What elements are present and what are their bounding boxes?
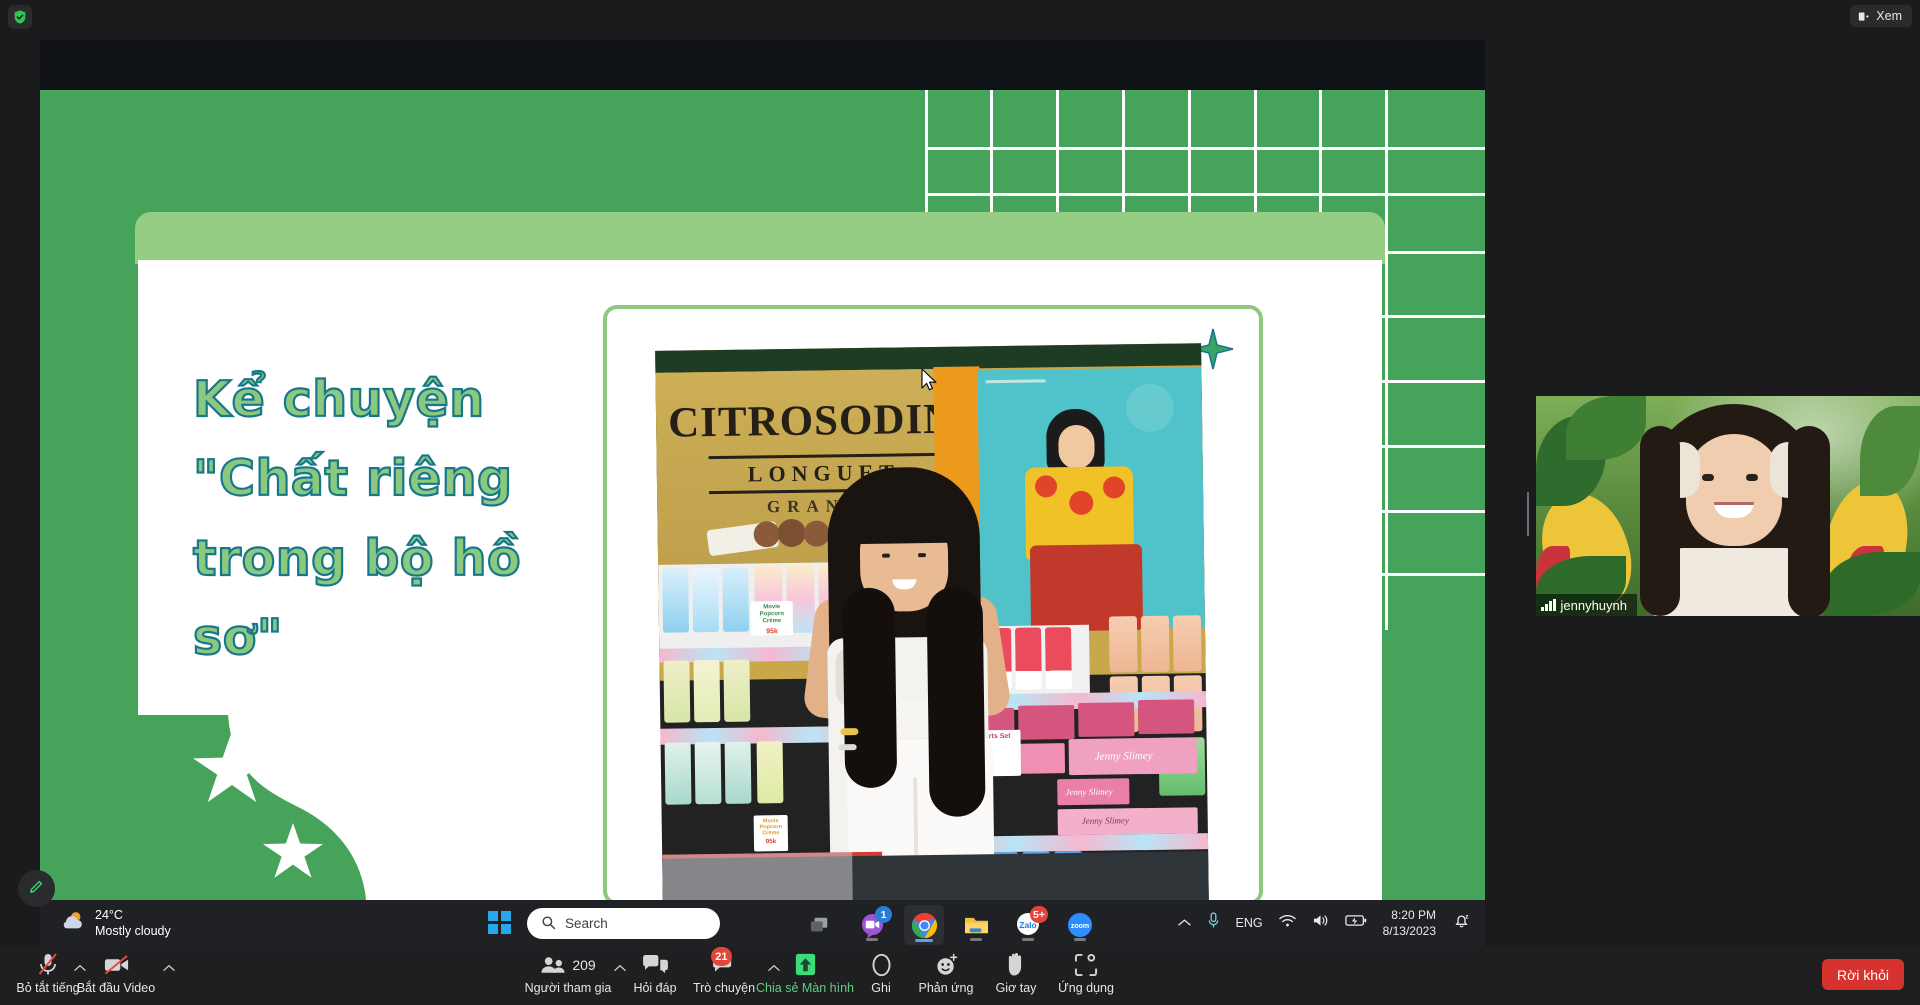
weather-widget[interactable]: 24°C Mostly cloudy <box>60 907 171 940</box>
participant-video-tile[interactable]: jennyhuynh <box>1536 396 1920 616</box>
speaker-icon[interactable] <box>1312 913 1329 933</box>
battery-charging-icon[interactable] <box>1345 914 1367 932</box>
pencil-icon <box>28 878 45 900</box>
svg-text:zoom: zoom <box>1071 923 1089 930</box>
wifi-icon[interactable] <box>1279 914 1296 933</box>
zoom-meeting-toolbar: Bỏ tắt tiếng Bắt đầu Video 209 Người tha… <box>0 946 1920 1005</box>
photo-price-card-movie: Movie Popcorn Créme 95k <box>754 815 788 851</box>
share-screen-up-arrow-icon <box>793 951 818 978</box>
slide-blob-decoration <box>138 715 368 900</box>
taskbar-app-icons: 1 Zalo 5+ <box>800 904 1100 946</box>
messenger-icon[interactable]: 1 <box>852 905 892 945</box>
participants-button[interactable]: 209 Người tham gia <box>520 951 616 995</box>
chevron-up-icon[interactable] <box>1178 914 1191 932</box>
apps-button[interactable]: Ứng dụng <box>1038 951 1134 995</box>
zalo-icon[interactable]: Zalo 5+ <box>1008 905 1048 945</box>
participant-face <box>1686 434 1782 546</box>
notification-bell-dnd-icon[interactable]: z <box>1452 911 1471 935</box>
start-video-label: Bắt đầu Video <box>77 981 155 995</box>
clock-time: 8:20 PM <box>1383 907 1436 923</box>
photo-price-card-popcorn: Movie Popcorn Créme 95k <box>751 601 793 636</box>
zoom-top-bar: Xem <box>0 0 1920 32</box>
shield-check-icon[interactable] <box>8 5 32 29</box>
presentation-slide: Kể chuyện "Chất riêng trong bộ hồ sơ" CI… <box>40 90 1485 900</box>
slide-photo: CITROSODINE LONGUET GRANUL <box>655 343 1209 900</box>
raise-hand-label: Giơ tay <box>996 981 1037 995</box>
reactions-label: Phản ứng <box>919 981 974 995</box>
camera-off-icon <box>103 951 130 978</box>
chat-bubble-icon: 21 <box>711 951 738 978</box>
language-indicator[interactable]: ENG <box>1236 916 1263 930</box>
leave-meeting-button[interactable]: Rời khỏi <box>1822 959 1904 990</box>
slide-title: Kể chuyện "Chất riêng trong bộ hồ sơ" <box>193 360 613 678</box>
view-layout-icon <box>1858 10 1871 23</box>
task-view-icon[interactable] <box>800 905 840 945</box>
participants-count: 209 <box>572 957 595 973</box>
search-placeholder: Search <box>565 916 608 931</box>
windows-start-icon[interactable] <box>488 911 512 935</box>
record-label: Ghi <box>871 981 890 995</box>
apps-label: Ứng dụng <box>1058 981 1114 995</box>
drag-handle-icon[interactable] <box>1527 492 1535 514</box>
system-tray: ENG 8:20 PM 8/13/2023 z <box>1178 900 1471 946</box>
screen-root: Xem <box>0 0 1920 1005</box>
zalo-badge: 5+ <box>1030 906 1048 923</box>
annotate-pen-button[interactable] <box>18 870 55 907</box>
view-label: Xem <box>1876 9 1902 23</box>
clock-date: 8/13/2023 <box>1383 923 1436 939</box>
raised-hand-icon <box>1006 951 1027 978</box>
video-options-chevron-icon[interactable] <box>163 963 175 975</box>
partly-cloudy-icon <box>60 910 86 937</box>
messenger-badge: 1 <box>875 906 892 923</box>
weather-description: Mostly cloudy <box>95 923 171 939</box>
photo-sign-line1: CITROSODINE <box>668 395 965 448</box>
qa-label: Hỏi đáp <box>633 981 676 995</box>
participant-name-badge: jennyhuynh <box>1536 594 1637 616</box>
mouse-pointer-icon <box>921 368 938 397</box>
participant-name: jennyhuynh <box>1561 598 1628 613</box>
file-explorer-icon[interactable] <box>956 905 996 945</box>
signal-bars-icon <box>1541 599 1556 611</box>
weather-temperature: 24°C <box>95 907 171 923</box>
zoom-app-icon[interactable]: zoom <box>1060 905 1100 945</box>
windows-taskbar: 24°C Mostly cloudy Search 1 <box>40 900 1485 946</box>
chat-badge: 21 <box>711 947 731 966</box>
shared-window-chrome <box>40 40 1485 90</box>
microphone-icon[interactable] <box>1207 912 1220 934</box>
record-circle-icon <box>870 951 893 978</box>
clock[interactable]: 8:20 PM 8/13/2023 <box>1383 907 1436 939</box>
shared-screen-area[interactable]: Kể chuyện "Chất riêng trong bộ hồ sơ" CI… <box>40 40 1485 900</box>
svg-text:z: z <box>1465 914 1469 921</box>
view-button[interactable]: Xem <box>1850 5 1912 27</box>
chat-label: Trò chuyện <box>693 981 755 995</box>
start-video-button[interactable]: Bắt đầu Video <box>68 951 164 995</box>
slide-card-body: Kể chuyện "Chất riêng trong bộ hồ sơ" CI… <box>138 260 1382 900</box>
chrome-icon[interactable] <box>904 905 944 945</box>
microphone-muted-icon <box>36 951 60 978</box>
apps-grid-icon <box>1074 951 1098 978</box>
people-icon: 209 <box>540 951 595 978</box>
chat-bubbles-icon <box>642 951 669 978</box>
slide-card-header-band <box>135 212 1385 264</box>
smiley-reaction-icon <box>934 951 959 978</box>
search-input[interactable]: Search <box>527 908 720 939</box>
search-icon <box>541 915 556 933</box>
participants-label: Người tham gia <box>525 981 612 995</box>
